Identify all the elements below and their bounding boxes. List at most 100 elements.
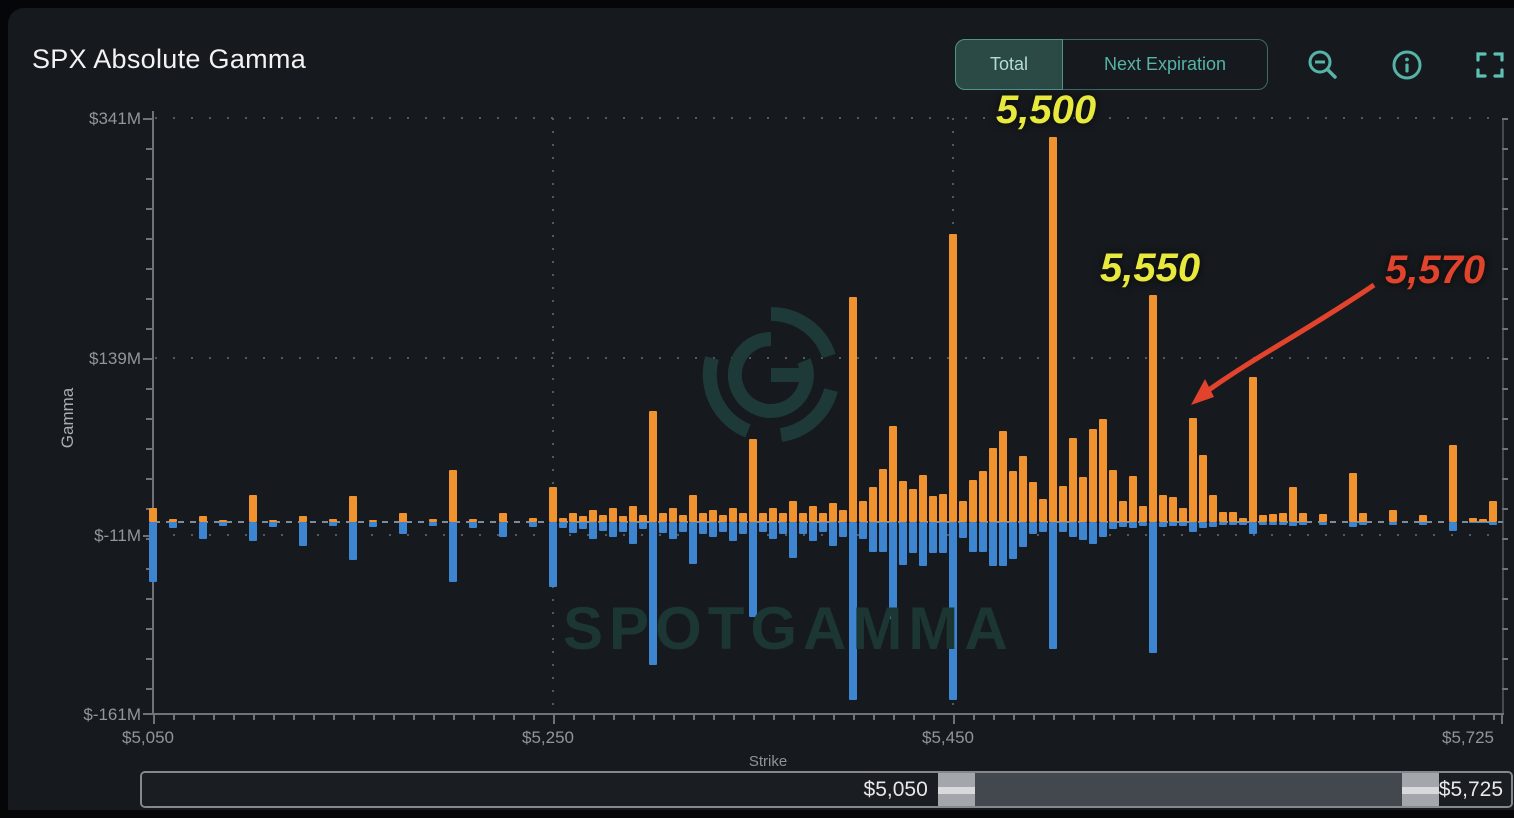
gamma-bar-pos-5635[interactable] [1319,514,1327,523]
gamma-bar-pos-5340[interactable] [729,508,737,523]
gamma-bar-pos-5300[interactable] [649,410,657,523]
gamma-bar-pos-5605[interactable] [1259,515,1267,523]
gamma-bar-pos-5365[interactable] [779,512,787,523]
gamma-bar-neg-5050[interactable] [149,522,157,582]
gamma-bar-neg-5605[interactable] [1259,522,1267,525]
gamma-bar-pos-5685[interactable] [1419,515,1427,523]
gamma-bar-neg-5495[interactable] [1039,522,1047,532]
gamma-bar-neg-5580[interactable] [1209,522,1217,528]
gamma-bar-pos-5200[interactable] [449,470,457,523]
gamma-bar-neg-5335[interactable] [719,522,727,532]
gamma-bar-neg-5440[interactable] [929,522,937,554]
gamma-bar-neg-5540[interactable] [1129,522,1137,529]
gamma-bar-neg-5430[interactable] [909,522,917,554]
gamma-bar-neg-5140[interactable] [329,522,337,526]
gamma-bar-neg-5625[interactable] [1299,522,1307,525]
total-button[interactable]: Total [955,39,1063,90]
gamma-bar-neg-5225[interactable] [499,522,507,537]
gamma-bar-neg-5575[interactable] [1199,522,1207,529]
gamma-bar-pos-5325[interactable] [699,512,707,523]
gamma-bar-neg-5325[interactable] [699,522,707,535]
gamma-bar-neg-5110[interactable] [269,522,277,528]
gamma-bar-neg-5085[interactable] [219,522,227,526]
gamma-bar-pos-5525[interactable] [1099,419,1107,523]
gamma-bar-neg-5490[interactable] [1029,522,1037,535]
gamma-bar-pos-5445[interactable] [939,493,947,523]
gamma-bar-pos-5440[interactable] [929,496,937,523]
next-expiration-button[interactable]: Next Expiration [1063,39,1268,90]
info-icon[interactable] [1389,48,1425,84]
gamma-bar-neg-5360[interactable] [769,522,777,539]
gamma-bar-pos-5290[interactable] [629,505,637,523]
gamma-bar-pos-5550[interactable] [1149,294,1157,523]
gamma-bar-pos-5315[interactable] [679,515,687,523]
gamma-bar-pos-5410[interactable] [869,486,877,523]
gamma-bar-neg-5570[interactable] [1189,522,1197,532]
gamma-bar-pos-5600[interactable] [1249,376,1257,523]
gamma-bar-pos-5345[interactable] [739,512,747,523]
gamma-bar-pos-5610[interactable] [1269,514,1277,523]
gamma-bar-pos-5490[interactable] [1029,482,1037,523]
gamma-bar-neg-5445[interactable] [939,522,947,554]
gamma-bar-pos-5385[interactable] [819,512,827,523]
gamma-bar-pos-5590[interactable] [1229,511,1237,523]
zoom-out-icon[interactable] [1305,48,1341,84]
gamma-bar-pos-5420[interactable] [889,426,897,523]
gamma-bar-pos-5275[interactable] [599,515,607,523]
gamma-bar-pos-5375[interactable] [799,512,807,523]
gamma-bar-neg-5330[interactable] [709,522,717,537]
gamma-bar-neg-5470[interactable] [989,522,997,567]
gamma-bar-neg-5125[interactable] [299,522,307,546]
gamma-bar-neg-5635[interactable] [1319,522,1327,525]
gamma-bar-neg-5475[interactable] [999,522,1007,567]
gamma-bar-neg-5585[interactable] [1219,522,1227,525]
gamma-bar-pos-5450[interactable] [949,234,957,523]
gamma-bar-neg-5485[interactable] [1019,522,1027,548]
gamma-bar-pos-5480[interactable] [1009,471,1017,523]
gamma-bar-neg-5610[interactable] [1269,522,1277,525]
gamma-bar-neg-5270[interactable] [589,522,597,539]
gamma-bar-neg-5280[interactable] [609,522,617,537]
gamma-bar-pos-5435[interactable] [919,474,927,523]
gamma-bar-neg-5535[interactable] [1119,522,1127,528]
gamma-bar-pos-5650[interactable] [1349,472,1357,523]
gamma-bar-pos-5495[interactable] [1039,498,1047,523]
gamma-bar-pos-5335[interactable] [719,515,727,523]
gamma-bar-neg-5345[interactable] [739,522,747,535]
gamma-bar-pos-5620[interactable] [1289,486,1297,523]
gamma-bar-neg-5240[interactable] [529,522,537,528]
gamma-bar-neg-5190[interactable] [429,522,437,526]
gamma-bar-neg-5340[interactable] [729,522,737,542]
gamma-bar-neg-5405[interactable] [859,522,867,539]
gamma-bar-pos-5465[interactable] [979,471,987,523]
gamma-bar-neg-5410[interactable] [869,522,877,552]
gamma-bar-pos-5535[interactable] [1119,500,1127,523]
gamma-bar-neg-5160[interactable] [369,522,377,528]
gamma-bar-neg-5650[interactable] [1349,522,1357,528]
gamma-bar-neg-5455[interactable] [959,522,967,538]
gamma-bar-pos-5455[interactable] [959,500,967,523]
gamma-bar-neg-5150[interactable] [349,522,357,561]
gamma-bar-neg-5505[interactable] [1059,522,1067,532]
gamma-bar-pos-5580[interactable] [1209,495,1217,523]
gamma-bar-pos-5395[interactable] [839,510,847,523]
slider-right-handle[interactable] [1401,773,1439,806]
gamma-bar-neg-5655[interactable] [1359,522,1367,525]
gamma-bar-pos-5575[interactable] [1199,454,1207,523]
gamma-bar-pos-5225[interactable] [499,512,507,523]
gamma-bar-pos-5510[interactable] [1069,438,1077,523]
gamma-bar-neg-5685[interactable] [1419,522,1427,525]
gamma-bar-pos-5565[interactable] [1179,508,1187,523]
gamma-bar-neg-5555[interactable] [1159,522,1167,528]
gamma-bar-pos-5475[interactable] [999,431,1007,523]
gamma-bar-neg-5385[interactable] [819,522,827,532]
gamma-bar-neg-5700[interactable] [1449,522,1457,531]
gamma-bar-pos-5545[interactable] [1139,505,1147,523]
gamma-bar-pos-5270[interactable] [589,510,597,523]
gamma-bar-neg-5285[interactable] [619,522,627,532]
gamma-bar-pos-5250[interactable] [549,486,557,523]
gamma-bar-pos-5175[interactable] [399,512,407,523]
gamma-bar-neg-5600[interactable] [1249,522,1257,535]
gamma-bar-pos-5655[interactable] [1359,512,1367,523]
gamma-bar-neg-5460[interactable] [969,522,977,552]
